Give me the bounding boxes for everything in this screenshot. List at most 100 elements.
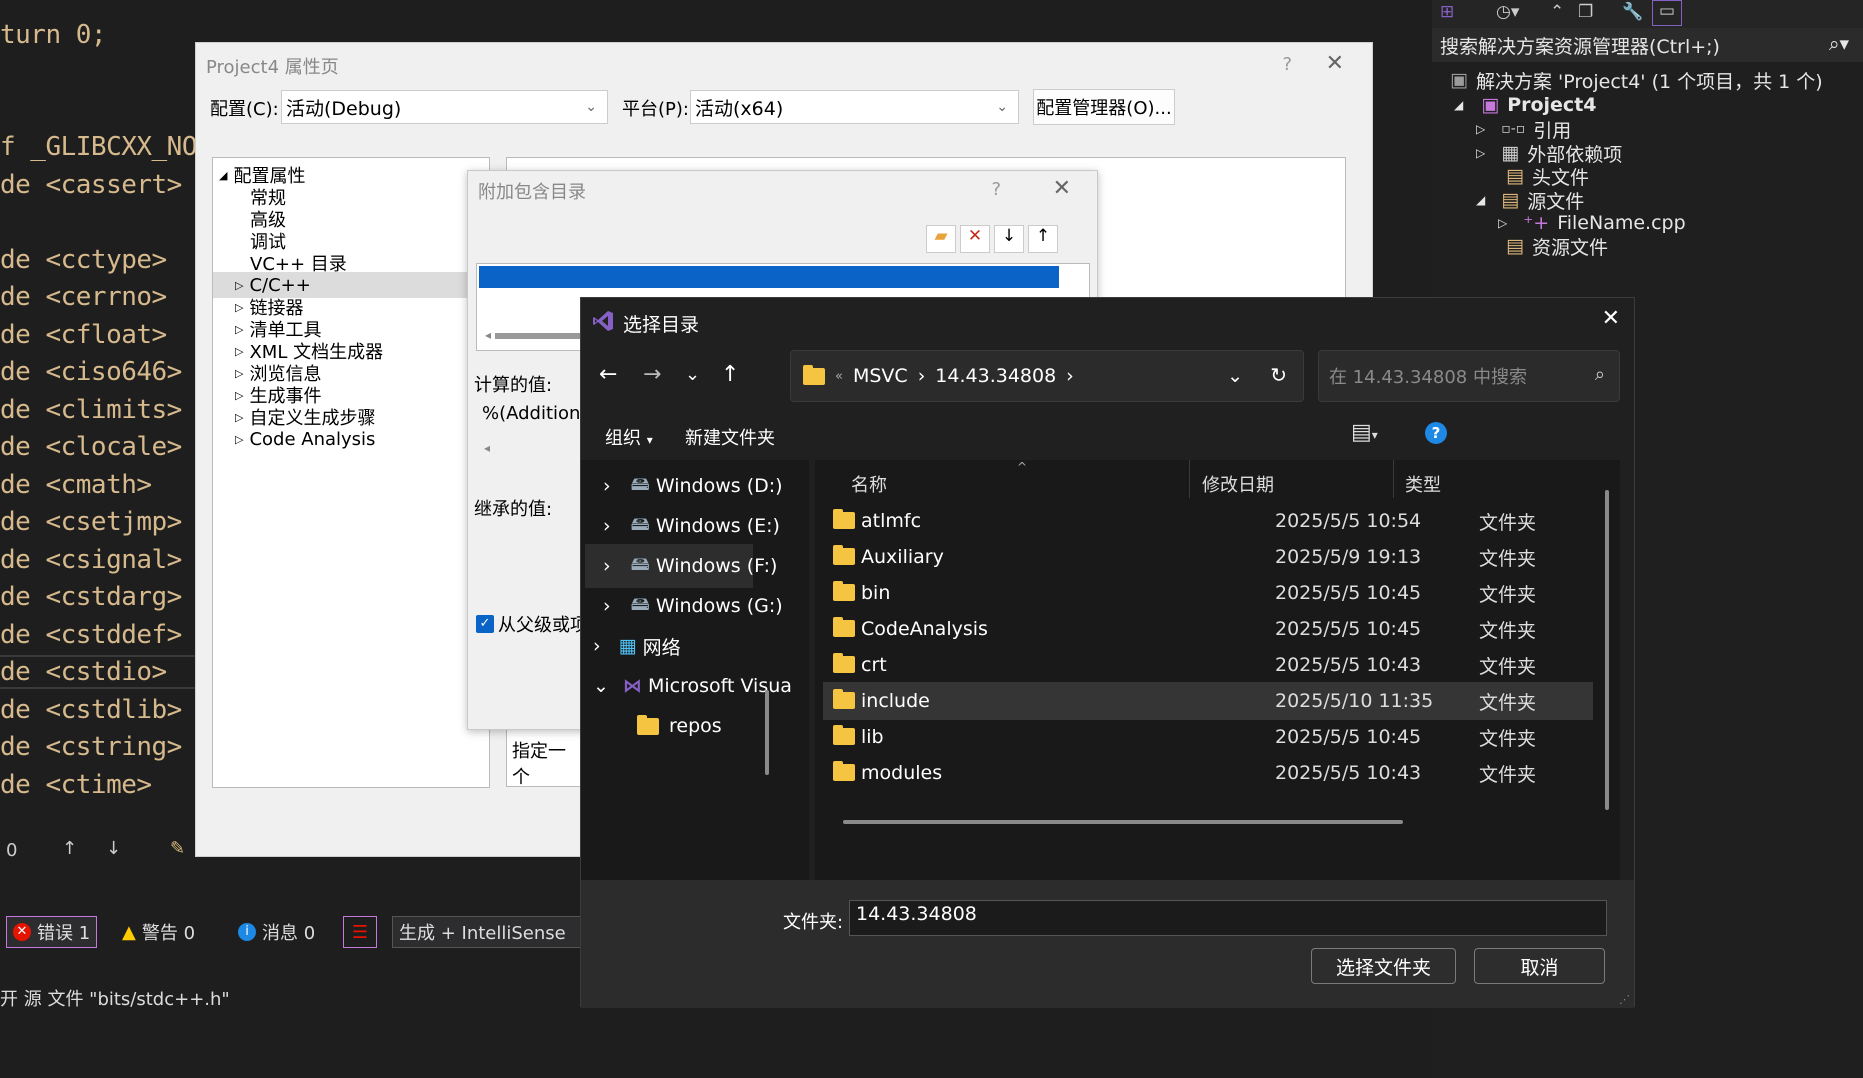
column-type[interactable]: 类型 xyxy=(1401,460,1471,508)
close-icon[interactable]: ✕ xyxy=(1602,306,1620,331)
scroll-left-icon[interactable]: ◂ xyxy=(484,441,490,455)
code-line[interactable]: de <csetjmp> xyxy=(0,507,182,537)
code-line[interactable]: de <ciso646> xyxy=(0,357,182,387)
column-name[interactable]: 名称 ^ xyxy=(819,460,1189,508)
select-folder-button[interactable]: 选择文件夹 xyxy=(1311,948,1456,984)
nav-item-visual-studio[interactable]: ⌄ ⋈ Microsoft Visua xyxy=(593,664,792,708)
chevron-down-icon[interactable]: ⌄ xyxy=(593,675,609,697)
chevron-right-icon[interactable]: › xyxy=(603,595,611,617)
collapse-icon[interactable]: ⌃ xyxy=(1550,2,1564,22)
column-divider[interactable] xyxy=(1189,460,1190,498)
search-icon[interactable]: ⌕▾ xyxy=(1829,33,1849,55)
code-line[interactable]: de <cstdarg> xyxy=(0,582,182,612)
collapsed-arrow-icon[interactable]: ▷ xyxy=(235,389,243,402)
collapsed-arrow-icon[interactable]: ▷ xyxy=(235,323,243,336)
file-row[interactable]: Auxiliary 2025/5/9 19:13 文件夹 xyxy=(823,538,1593,576)
errors-filter[interactable]: ✕ 错误 1 xyxy=(6,916,98,948)
code-line[interactable]: de <ctime> xyxy=(0,770,152,800)
address-bar[interactable]: « MSVC › 14.43.34808 › ⌄ ↻ xyxy=(790,350,1304,402)
code-line-current[interactable]: de <cstdio> xyxy=(0,655,200,689)
up-folder-icon[interactable]: ↑ xyxy=(721,362,739,387)
copy-icon[interactable]: ❐ xyxy=(1578,2,1593,22)
close-icon[interactable]: ✕ xyxy=(1326,51,1344,76)
column-date[interactable]: 修改日期 xyxy=(1198,460,1388,508)
folder-search-input[interactable]: 在 14.43.34808 中搜索 ⌕ xyxy=(1318,350,1620,402)
nav-item-repos[interactable]: repos xyxy=(637,704,722,748)
chevron-right-icon[interactable]: › xyxy=(603,515,611,537)
file-row[interactable]: crt 2025/5/5 10:43 文件夹 xyxy=(823,646,1593,684)
file-row[interactable]: modules 2025/5/5 10:43 文件夹 xyxy=(823,754,1593,792)
nav-scrollbar[interactable] xyxy=(765,690,769,775)
solution-node[interactable]: ▣ 解决方案 'Project4' (1 个项目，共 1 个) xyxy=(1450,66,1823,94)
move-up-button[interactable]: ↑ xyxy=(1028,225,1058,253)
code-line[interactable]: de <climits> xyxy=(0,395,182,425)
code-line[interactable]: de <cstring> xyxy=(0,732,182,762)
new-line-button[interactable]: ▰ xyxy=(926,225,956,253)
collapsed-arrow-icon[interactable]: ▷ xyxy=(235,433,243,446)
nav-item-drive-f[interactable]: › 🖴 Windows (F:) xyxy=(585,544,777,588)
collapsed-arrow-icon[interactable]: ▷ xyxy=(1498,216,1507,230)
recent-locations-icon[interactable]: ⌄ xyxy=(685,364,700,385)
list-item-selected[interactable] xyxy=(479,266,1059,288)
resize-grip-icon[interactable]: ⋰ xyxy=(1619,993,1630,1006)
code-line[interactable]: de <cstddef> xyxy=(0,620,182,650)
code-line[interactable]: de <cfloat> xyxy=(0,320,167,350)
build-source-dropdown[interactable]: 生成 + IntelliSense xyxy=(392,916,582,948)
breadcrumb-version[interactable]: 14.43.34808 xyxy=(935,365,1056,387)
column-divider[interactable] xyxy=(1393,460,1394,498)
code-line[interactable]: de <cassert> xyxy=(0,170,182,200)
cancel-button[interactable]: 取消 xyxy=(1474,948,1605,984)
expanded-arrow-icon[interactable]: ◢ xyxy=(1454,98,1463,112)
checkbox-checked-icon[interactable]: ✓ xyxy=(476,615,494,633)
tree-item-resource-files[interactable]: ▤ 资源文件 xyxy=(1500,232,1608,260)
code-editor[interactable]: turn 0; f _GLIBCXX_NO de <cassert> de <c… xyxy=(0,0,200,860)
close-icon[interactable]: ✕ xyxy=(1053,176,1071,201)
back-icon[interactable]: ← xyxy=(599,362,617,387)
config-select[interactable]: 活动(Debug) ⌄ xyxy=(281,90,608,124)
breadcrumb-msvc[interactable]: MSVC xyxy=(853,365,908,387)
solution-search-input[interactable]: 搜索解决方案资源管理器(Ctrl+;) ⌕▾ xyxy=(1432,28,1863,62)
expanded-arrow-icon[interactable]: ◢ xyxy=(219,169,227,182)
nav-item-drive-d[interactable]: › 🖴 Windows (D:) xyxy=(603,464,783,508)
nav-item-drive-g[interactable]: › 🖴 Windows (G:) xyxy=(603,584,783,628)
horizontal-scrollbar[interactable] xyxy=(843,820,1403,824)
platform-select[interactable]: 活动(x64) ⌄ xyxy=(690,90,1019,124)
move-down-button[interactable]: ↓ xyxy=(994,225,1024,253)
expanded-arrow-icon[interactable]: ◢ xyxy=(1476,193,1485,207)
nav-item-drive-e[interactable]: › 🖴 Windows (E:) xyxy=(603,504,780,548)
code-line[interactable]: f _GLIBCXX_NO xyxy=(0,132,198,162)
code-line[interactable]: de <cmath> xyxy=(0,470,152,500)
collapsed-arrow-icon[interactable]: ▷ xyxy=(1476,122,1485,136)
chevron-right-icon[interactable]: › xyxy=(593,635,601,657)
breadcrumb-separator-icon[interactable]: › xyxy=(918,365,926,387)
chevron-right-icon[interactable]: › xyxy=(603,555,611,577)
inherit-checkbox-row[interactable]: ✓ 从父级或项 xyxy=(476,611,588,637)
code-line[interactable]: de <cstdlib> xyxy=(0,695,182,725)
code-line[interactable]: de <cerrno> xyxy=(0,282,167,312)
preview-icon[interactable]: ▭ xyxy=(1652,0,1682,26)
file-row[interactable]: bin 2025/5/5 10:45 文件夹 xyxy=(823,574,1593,612)
filter-toggle-button[interactable]: ☰ xyxy=(343,916,377,948)
collapsed-arrow-icon[interactable]: ▷ xyxy=(1476,146,1485,160)
code-line[interactable]: de <clocale> xyxy=(0,432,182,462)
view-options-icon[interactable]: ▤▾ xyxy=(1351,420,1378,445)
collapsed-arrow-icon[interactable]: ▷ xyxy=(235,301,243,314)
collapsed-arrow-icon[interactable]: ▷ xyxy=(235,279,243,292)
search-icon[interactable]: ⌕ xyxy=(1595,364,1605,385)
refresh-icon[interactable]: ↻ xyxy=(1270,363,1287,387)
config-manager-button[interactable]: 配置管理器(O)... xyxy=(1033,89,1175,125)
organize-button[interactable]: 组织 ▾ xyxy=(605,424,653,450)
down-arrow-icon[interactable]: ↓ xyxy=(106,838,121,859)
folder-name-input[interactable]: 14.43.34808 xyxy=(849,900,1607,936)
history-icon[interactable]: ◷▾ xyxy=(1496,2,1519,22)
help-icon[interactable]: ? xyxy=(1425,422,1447,444)
code-line[interactable]: turn 0; xyxy=(0,20,107,50)
overflow-chevron-icon[interactable]: « xyxy=(835,369,843,384)
wrench-icon[interactable]: 🔧 xyxy=(1622,2,1643,22)
forward-icon[interactable]: → xyxy=(643,362,661,387)
help-button[interactable]: ? xyxy=(1282,54,1292,75)
warnings-filter[interactable]: ▲ 警告 0 xyxy=(116,916,201,948)
help-button[interactable]: ? xyxy=(991,179,1001,200)
new-folder-button[interactable]: 新建文件夹 xyxy=(685,424,775,450)
file-row[interactable]: CodeAnalysis 2025/5/5 10:45 文件夹 xyxy=(823,610,1593,648)
